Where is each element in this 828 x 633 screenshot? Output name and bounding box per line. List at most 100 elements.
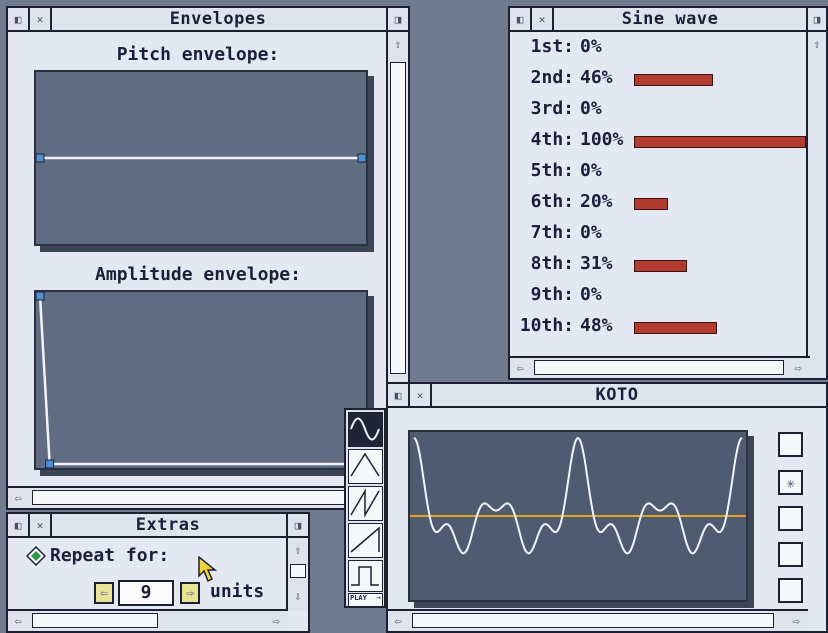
scroll-left-icon[interactable]: ⇦ xyxy=(8,488,28,508)
play-label: PLAY xyxy=(350,594,367,602)
harmonic-order: 9th: xyxy=(530,284,574,305)
harmonic-row[interactable]: 5th: 0% xyxy=(510,160,810,190)
waveform-line xyxy=(413,436,743,555)
triangle-tool-icon[interactable] xyxy=(348,449,383,484)
envelopes-title: Envelopes xyxy=(169,9,267,29)
harmonic-row[interactable]: 10th: 48% xyxy=(510,315,810,345)
scroll-up-icon[interactable]: ⇧ xyxy=(288,540,308,560)
harmonic-bar[interactable] xyxy=(634,322,717,334)
koto-window: ◧ ✕ KOTO ✳ ⇦ ⇨ xyxy=(386,382,828,633)
harmonic-row[interactable]: 8th: 31% xyxy=(510,253,810,283)
harmonic-percent: 48% xyxy=(580,315,613,336)
harmonic-row[interactable]: 6th: 20% xyxy=(510,191,810,221)
harmonic-bar[interactable] xyxy=(634,198,669,210)
square-tool-icon[interactable] xyxy=(348,560,383,592)
harmonic-row[interactable]: 3rd: 0% xyxy=(510,98,810,128)
amplitude-envelope-handle[interactable] xyxy=(36,292,45,301)
scroll-thumb[interactable] xyxy=(290,564,306,578)
repeat-label: Repeat for: xyxy=(50,545,170,566)
option-button-2[interactable]: ✳ xyxy=(778,470,803,495)
scroll-right-icon[interactable]: ⇨ xyxy=(786,611,806,631)
close-icon[interactable]: ✕ xyxy=(532,8,554,30)
toggle-size-icon[interactable]: ◨ xyxy=(806,8,826,30)
harmonic-bar[interactable] xyxy=(634,74,714,86)
toggle-size-icon[interactable]: ◨ xyxy=(286,514,308,536)
scroll-thumb[interactable] xyxy=(412,613,774,628)
harmonic-bar[interactable] xyxy=(634,260,688,272)
toggle-size-icon[interactable]: ◨ xyxy=(386,8,408,30)
scroll-right-icon[interactable]: ⇨ xyxy=(266,611,286,631)
harmonic-row[interactable]: 9th: 0% xyxy=(510,284,810,314)
close-icon[interactable]: ✕ xyxy=(30,8,52,30)
radio-diamond-icon xyxy=(25,545,47,567)
harmonic-percent: 0% xyxy=(580,36,602,57)
back-icon[interactable]: ◧ xyxy=(8,8,30,30)
sine-wave-horizontal-scrollbar[interactable]: ⇦ ⇨ xyxy=(510,356,810,378)
close-icon[interactable]: ✕ xyxy=(410,384,432,406)
ramp-tool-icon[interactable] xyxy=(348,523,383,558)
extras-horizontal-scrollbar[interactable]: ⇦ ⇨ xyxy=(8,609,288,631)
pitch-envelope-handle[interactable] xyxy=(36,153,45,163)
option-button-1[interactable] xyxy=(778,432,803,457)
decrement-icon[interactable]: ⇦ xyxy=(94,582,114,604)
sine-tool-icon[interactable] xyxy=(348,412,383,447)
harmonic-row[interactable]: 4th: 100% xyxy=(510,129,810,159)
harmonic-order: 6th: xyxy=(530,191,574,212)
harmonic-row[interactable]: 2nd: 46% xyxy=(510,67,810,97)
increment-icon[interactable]: ⇨ xyxy=(180,582,200,604)
amplitude-envelope-handle[interactable] xyxy=(45,459,55,468)
pitch-envelope-graph[interactable] xyxy=(34,70,368,246)
envelopes-titlebar[interactable]: ◧ ✕ Envelopes ◨ xyxy=(8,8,408,32)
harmonic-percent: 0% xyxy=(580,222,602,243)
scroll-left-icon[interactable]: ⇦ xyxy=(8,611,28,631)
repeat-count-field[interactable]: 9 xyxy=(118,580,174,606)
scroll-thumb[interactable] xyxy=(390,62,406,374)
waveform-display[interactable] xyxy=(408,430,748,602)
pitch-envelope-label: Pitch envelope: xyxy=(116,44,280,65)
units-label: units xyxy=(210,581,265,602)
harmonic-percent: 46% xyxy=(580,67,613,88)
scroll-up-icon[interactable]: ⇧ xyxy=(808,34,826,54)
harmonic-percent: 0% xyxy=(580,284,602,305)
scroll-thumb[interactable] xyxy=(534,360,784,375)
harmonic-row[interactable]: 7th: 0% xyxy=(510,222,810,252)
sparkle-icon: ✳ xyxy=(785,473,796,492)
scroll-left-icon[interactable]: ⇦ xyxy=(388,611,408,631)
harmonics-list: 1st: 0% 2nd: 46% 3rd: 0% 4th: 100% 5th: 0% 6t… xyxy=(510,36,810,354)
amplitude-envelope-label: Amplitude envelope: xyxy=(95,264,301,285)
extras-vertical-scrollbar[interactable]: ⇧ ⇩ xyxy=(286,538,308,611)
harmonic-bar[interactable] xyxy=(634,136,806,148)
harmonic-order: 3rd: xyxy=(530,98,574,119)
sine-wave-vertical-scrollbar[interactable]: ⇧ xyxy=(806,32,826,378)
scroll-up-icon[interactable]: ⇧ xyxy=(388,34,408,54)
extras-window: ◧ ✕ Extras ◨ Repeat for: ⇦ 9 ⇨ units ⇧ ⇩… xyxy=(6,512,310,633)
pitch-envelope-svg xyxy=(36,153,366,163)
scroll-thumb[interactable] xyxy=(32,613,158,628)
back-icon[interactable]: ◧ xyxy=(8,514,30,536)
play-arrow-icon: → xyxy=(376,593,381,602)
koto-titlebar[interactable]: ◧ ✕ KOTO xyxy=(388,384,826,408)
sine-wave-titlebar[interactable]: ◧ ✕ Sine wave ◨ xyxy=(510,8,826,32)
extras-titlebar[interactable]: ◧ ✕ Extras ◨ xyxy=(8,514,308,538)
option-button-3[interactable] xyxy=(778,506,803,531)
repeat-radio[interactable] xyxy=(25,545,47,567)
harmonic-percent: 31% xyxy=(580,253,613,274)
back-icon[interactable]: ◧ xyxy=(510,8,532,30)
scroll-left-icon[interactable]: ⇦ xyxy=(510,358,530,378)
amplitude-envelope-line xyxy=(38,295,362,466)
play-button[interactable]: PLAY → xyxy=(348,593,383,606)
envelopes-horizontal-scrollbar[interactable]: ⇦ xyxy=(8,486,388,508)
scroll-down-icon[interactable]: ⇩ xyxy=(288,586,308,606)
pitch-envelope-handle[interactable] xyxy=(357,153,366,163)
harmonic-row[interactable]: 1st: 0% xyxy=(510,36,810,66)
option-button-5[interactable] xyxy=(778,578,803,603)
harmonic-percent: 0% xyxy=(580,98,602,119)
koto-horizontal-scrollbar[interactable]: ⇦ ⇨ xyxy=(388,609,808,631)
amplitude-envelope-graph[interactable] xyxy=(34,290,368,470)
option-button-4[interactable] xyxy=(778,542,803,567)
back-icon[interactable]: ◧ xyxy=(388,384,410,406)
scroll-right-icon[interactable]: ⇨ xyxy=(788,358,808,378)
sawtooth-tool-icon[interactable] xyxy=(348,486,383,521)
close-icon[interactable]: ✕ xyxy=(30,514,52,536)
scroll-thumb[interactable] xyxy=(32,490,372,505)
